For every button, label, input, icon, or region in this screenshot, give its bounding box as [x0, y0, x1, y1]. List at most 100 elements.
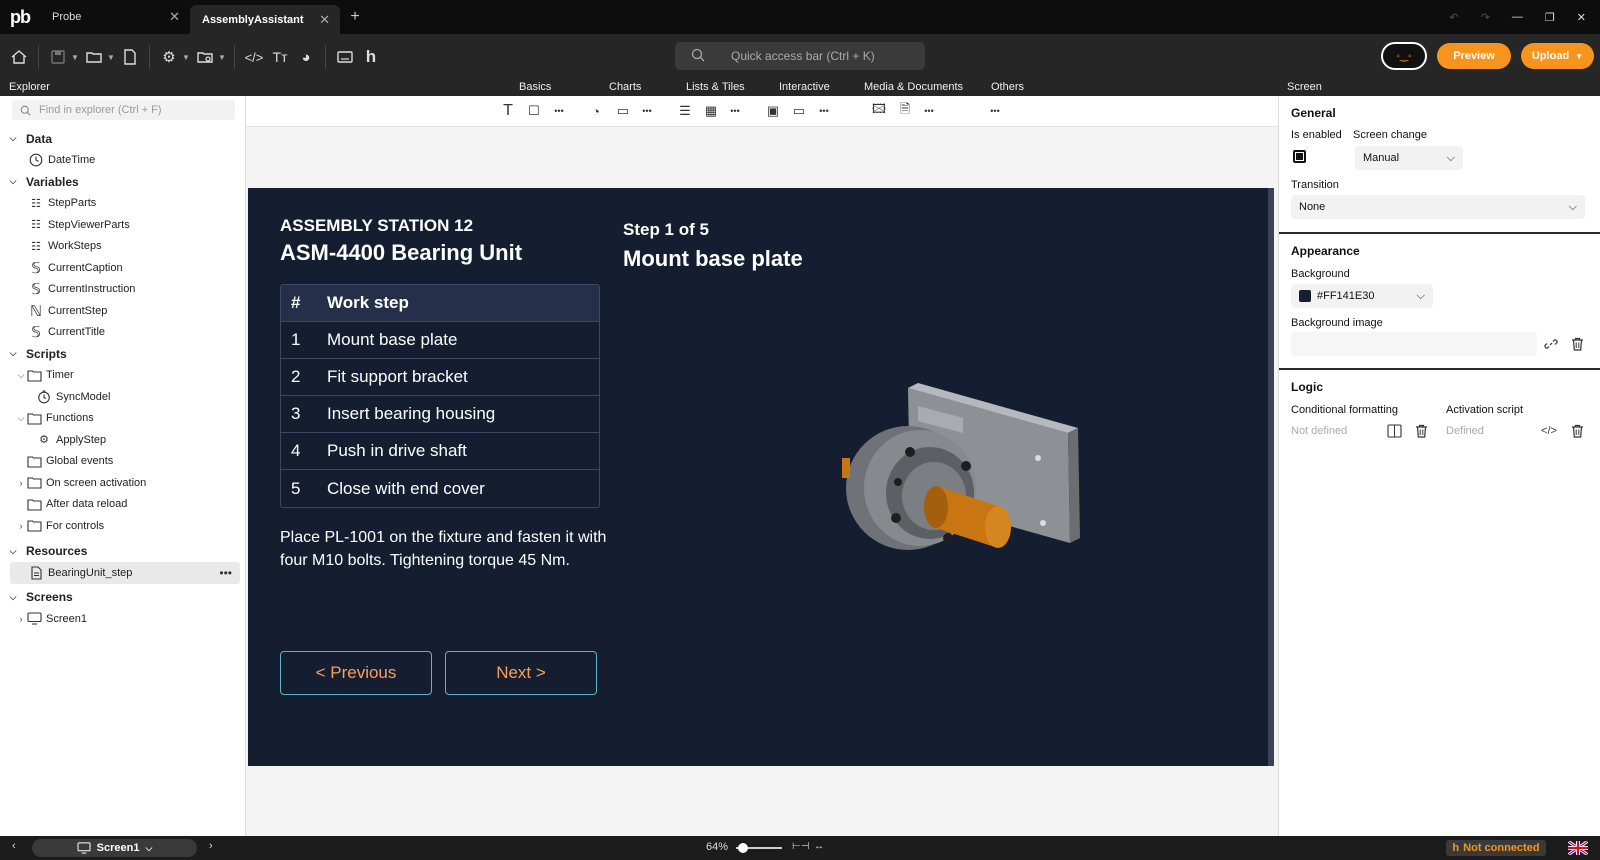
tree-item-resource[interactable]: BearingUnit_step •••	[10, 562, 240, 584]
tree-item-applystep[interactable]: ⚙ ApplyStep	[0, 429, 246, 451]
tree-item-on-screen-activation[interactable]: › On screen activation	[0, 472, 246, 494]
preview-button[interactable]: Preview	[1437, 43, 1511, 69]
table-row[interactable]: 1 Mount base plate	[281, 322, 599, 359]
more-lists-icon[interactable]: •••	[726, 102, 744, 120]
chevron-right-icon[interactable]: ›	[16, 521, 26, 531]
code-icon[interactable]: </>	[241, 44, 267, 70]
more-options-icon[interactable]: •••	[219, 566, 232, 580]
tree-item-datetime[interactable]: DateTime	[0, 150, 246, 172]
new-tab-icon[interactable]: +	[340, 0, 370, 34]
new-file-icon[interactable]	[117, 44, 143, 70]
next-button[interactable]: Next >	[445, 651, 597, 695]
tree-item-variable[interactable]: 𝕊 CurrentCaption	[0, 257, 246, 279]
tree-item-timer[interactable]: ⌵ Timer	[0, 365, 246, 387]
rectangle-control-icon[interactable]: ☐	[525, 102, 543, 120]
button-control-icon[interactable]: ▣	[764, 102, 782, 120]
chevron-down-icon[interactable]: ⌵	[8, 348, 18, 359]
quick-access-bar[interactable]: Quick access bar (Ctrl + K)	[675, 42, 925, 70]
pie-chart-icon[interactable]: ◔	[587, 102, 605, 120]
fit-width-icon[interactable]: ↔	[814, 841, 824, 852]
tree-item-variable[interactable]: ☷ StepParts	[0, 193, 246, 215]
folder-icon[interactable]	[81, 44, 107, 70]
input-control-icon[interactable]: ▭	[790, 102, 808, 120]
explorer-search[interactable]: Find in explorer (Ctrl + F)	[12, 100, 235, 120]
3d-model-viewer[interactable]	[838, 378, 1098, 568]
assistant-toggle[interactable]: ◦‿◦	[1381, 42, 1427, 70]
tree-item-after-data-reload[interactable]: After data reload	[0, 494, 246, 516]
close-tab-icon[interactable]: ✕	[319, 12, 330, 28]
table-row[interactable]: 3 Insert bearing housing	[281, 396, 599, 433]
tree-item-variable[interactable]: ☷ StepViewerParts	[0, 214, 246, 236]
more-others-icon[interactable]: •••	[986, 102, 1004, 120]
more-interactive-icon[interactable]: •••	[815, 102, 833, 120]
tree-header-screens[interactable]: ⌵ Screens	[0, 587, 246, 609]
trash-icon[interactable]	[1569, 336, 1585, 352]
more-basics-icon[interactable]: •••	[550, 102, 568, 120]
chevron-down-icon[interactable]: ▼	[218, 53, 228, 62]
tab-media-documents[interactable]: Media & Documents	[864, 81, 963, 93]
text-control-icon[interactable]: T	[499, 102, 517, 120]
chevron-down-icon[interactable]: ▼	[1575, 52, 1583, 61]
home-icon[interactable]	[6, 44, 32, 70]
previous-button[interactable]: < Previous	[280, 651, 432, 695]
chevron-down-icon[interactable]: ⌵	[16, 370, 26, 381]
text-size-icon[interactable]: Tт	[267, 44, 293, 70]
background-image-input[interactable]	[1291, 332, 1537, 356]
chevron-right-icon[interactable]: ›	[209, 840, 213, 852]
list-control-icon[interactable]: ☰	[676, 102, 694, 120]
screen-change-dropdown[interactable]: Manual ⌵	[1355, 146, 1463, 170]
close-window-icon[interactable]: ✕	[1577, 11, 1586, 24]
chevron-down-icon[interactable]: ⌵	[16, 413, 26, 424]
restore-icon[interactable]: ❐	[1545, 11, 1555, 24]
keyboard-icon[interactable]	[332, 44, 358, 70]
zoom-slider[interactable]	[736, 843, 782, 853]
tree-item-variable[interactable]: 𝕊 CurrentInstruction	[0, 279, 246, 301]
gear-icon[interactable]: ⚙	[156, 44, 182, 70]
language-flag-icon[interactable]	[1568, 841, 1588, 855]
connection-status[interactable]: h Not connected	[1446, 840, 1546, 856]
tree-item-variable[interactable]: ℕ CurrentStep	[0, 300, 246, 322]
chevron-right-icon[interactable]: ›	[16, 478, 26, 488]
more-media-icon[interactable]: •••	[920, 102, 938, 120]
palette-icon[interactable]: ◕	[293, 44, 319, 70]
chevron-down-icon[interactable]: ⌵	[8, 546, 18, 557]
redo-icon[interactable]: ↷	[1481, 11, 1490, 24]
trash-icon[interactable]	[1569, 423, 1585, 439]
table-row[interactable]: 5 Close with end cover	[281, 470, 599, 507]
fit-height-icon[interactable]: ⊢⊣	[792, 841, 809, 852]
chevron-down-icon[interactable]: ▼	[107, 53, 117, 62]
tree-header-resources[interactable]: ⌵ Resources	[0, 541, 246, 563]
chevron-right-icon[interactable]: ›	[16, 614, 26, 624]
tree-item-variable[interactable]: ☷ WorkSteps	[0, 236, 246, 258]
tree-item-variable[interactable]: 𝕊 CurrentTitle	[0, 322, 246, 344]
save-icon[interactable]	[45, 44, 71, 70]
tree-item-global-events[interactable]: Global events	[0, 451, 246, 473]
tab-others[interactable]: Others	[991, 81, 1024, 93]
tree-item-for-controls[interactable]: › For controls	[0, 515, 246, 537]
tree-header-data[interactable]: ⌵ Data	[0, 128, 246, 150]
trash-icon[interactable]	[1413, 423, 1429, 439]
tree-item-functions[interactable]: ⌵ Functions	[0, 408, 246, 430]
document-control-icon[interactable]: 🗎	[896, 101, 914, 120]
chevron-down-icon[interactable]: ⌵	[8, 133, 18, 144]
is-enabled-checkbox[interactable]	[1293, 150, 1306, 163]
tab-probe[interactable]: Probe ✕	[40, 0, 190, 34]
table-row[interactable]: 2 Fit support bracket	[281, 359, 599, 396]
chevron-down-icon[interactable]: ▼	[182, 53, 192, 62]
table-control-icon[interactable]: ▦	[702, 102, 720, 120]
folder-settings-icon[interactable]	[192, 44, 218, 70]
image-control-icon[interactable]: 🖾	[870, 101, 888, 120]
code-icon[interactable]: </>	[1541, 423, 1557, 439]
screen-stage[interactable]: ASSEMBLY STATION 12 ASM-4400 Bearing Uni…	[248, 188, 1274, 766]
close-tab-icon[interactable]: ✕	[169, 9, 180, 25]
background-color-picker[interactable]: #FF141E30 ⌵	[1291, 284, 1433, 308]
tree-item-syncmodel[interactable]: SyncModel	[0, 386, 246, 408]
tab-basics[interactable]: Basics	[519, 81, 551, 93]
chevron-left-icon[interactable]: ‹	[12, 840, 16, 852]
transition-dropdown[interactable]: None ⌵	[1291, 195, 1585, 219]
tab-charts[interactable]: Charts	[609, 81, 641, 93]
tree-item-screen[interactable]: › Screen1	[0, 608, 246, 630]
chevron-down-icon[interactable]: ▼	[71, 53, 81, 62]
upload-button[interactable]: Upload ▼	[1521, 43, 1594, 69]
chevron-down-icon[interactable]: ⌵	[8, 592, 18, 603]
